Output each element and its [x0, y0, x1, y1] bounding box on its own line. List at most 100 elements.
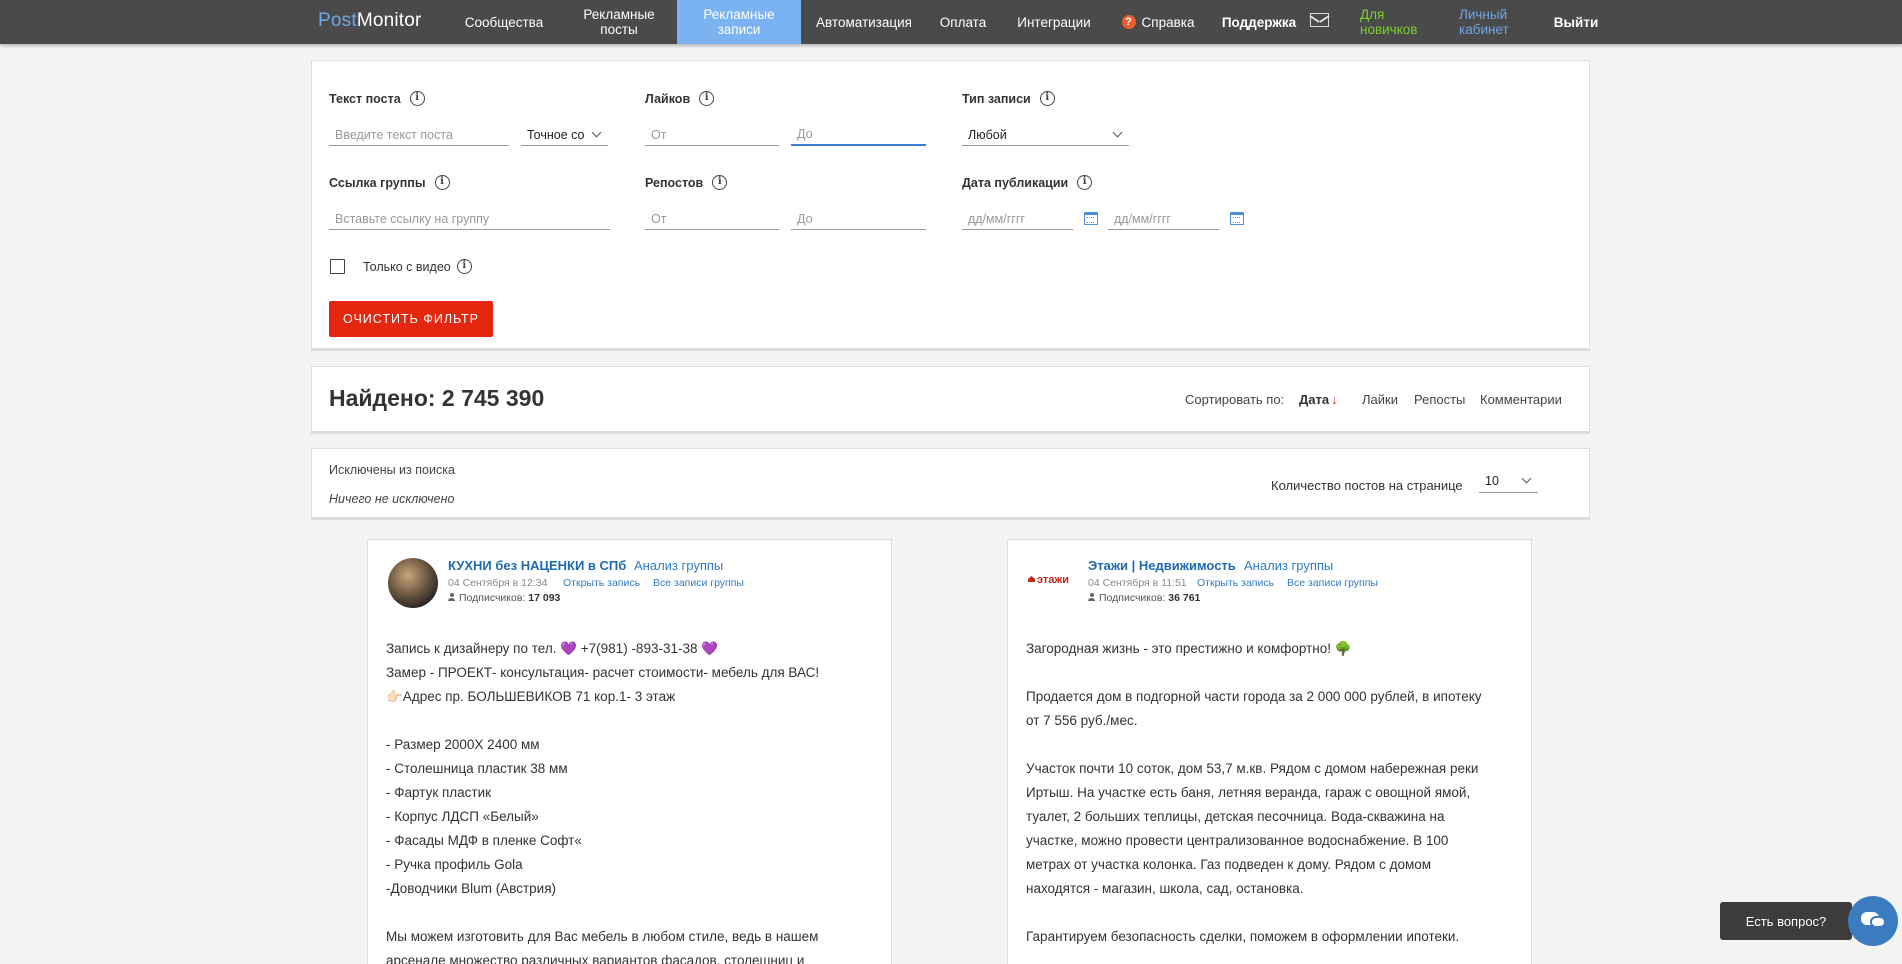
post-text-line: арсенале множество различных вариантов ф…	[386, 953, 805, 964]
post-type-select[interactable]: Любой	[962, 124, 1129, 146]
post-text-line	[386, 709, 876, 733]
post-text-line: туалет, 2 больших теплицы, детская песоч…	[1026, 809, 1445, 824]
post-type-label: Тип записи i	[962, 91, 1055, 106]
match-mode-select[interactable]: Точное со	[521, 124, 608, 146]
house-icon	[1028, 576, 1035, 582]
info-icon[interactable]: i	[712, 175, 728, 190]
post-text-line: Мы можем изготовить для Вас мебель в люб…	[386, 929, 819, 944]
info-icon[interactable]: i	[434, 175, 450, 190]
group-avatar[interactable]	[388, 558, 438, 608]
likes-to-input[interactable]: До	[791, 124, 926, 146]
video-only-label: Только с видео i	[363, 259, 472, 274]
likes-label: Лайков i	[645, 91, 715, 106]
post-text-line: 👉🏻Адрес пр. БОЛЬШЕВИКОВ 71 кор.1- 3 этаж	[386, 689, 676, 704]
post-text-line	[1026, 901, 1516, 925]
reposts-label: Репостов i	[645, 175, 728, 190]
likes-from-input[interactable]: От	[645, 124, 779, 146]
clear-filter-button[interactable]: ОЧИСТИТЬ ФИЛЬТР	[329, 301, 493, 337]
all-group-posts-link[interactable]: Все записи группы	[1287, 577, 1378, 589]
sort-by-likes[interactable]: Лайки	[1362, 392, 1398, 407]
exclusions-title: Исключены из поиска	[329, 463, 455, 477]
arrow-down-icon: ↓	[1331, 392, 1338, 407]
chevron-down-icon	[591, 127, 602, 138]
nav-item-account[interactable]: Личный кабинет	[1459, 0, 1529, 44]
top-navbar: PostMonitor Сообщества Рекламные посты Р…	[0, 0, 1902, 44]
info-icon[interactable]: i	[699, 91, 715, 106]
nav-item-ad-records[interactable]: Рекламные записи	[677, 0, 801, 44]
logo-part1: Post	[318, 10, 357, 31]
sort-by-reposts[interactable]: Репосты	[1414, 392, 1465, 407]
exclusions-value: Ничего не исключено	[329, 492, 455, 506]
sort-by-date[interactable]: Дата ↓	[1299, 392, 1338, 407]
post-text-line: -Доводчики Blum (Австрия)	[386, 881, 556, 896]
logo-part2: Monitor	[356, 10, 422, 31]
nav-item-integrations[interactable]: Интеграции	[1010, 0, 1098, 44]
post-text-line: Замер - ПРОЕКТ- консультация- расчет сто…	[386, 665, 820, 680]
post-text-line: Гарантируем безопасность сделки, поможем…	[1026, 929, 1460, 944]
nav-item-communities[interactable]: Сообщества	[452, 0, 556, 44]
post-text-line	[386, 901, 876, 925]
post-text-label: Текст поста i	[329, 91, 425, 106]
post-text-line: от 7 556 руб./мес.	[1026, 713, 1138, 728]
nav-item-payment[interactable]: Оплата	[932, 0, 994, 44]
results-summary-panel: Найдено: 2 745 390 Сортировать по: Дата ↓…	[311, 366, 1590, 434]
nav-item-support[interactable]: Поддержка	[1218, 0, 1300, 44]
info-icon[interactable]: i	[1077, 175, 1093, 190]
group-link-input[interactable]: Вставьте ссылку на группу	[329, 208, 610, 230]
video-only-checkbox[interactable]	[330, 259, 345, 274]
group-link-label: Ссылка группы i	[329, 175, 450, 190]
date-from-input[interactable]: дд/мм/гггг	[962, 208, 1073, 230]
logo[interactable]: PostMonitor	[318, 10, 422, 32]
nav-item-ad-posts[interactable]: Рекламные посты	[568, 0, 670, 44]
post-text-line: участке, можно провести централизованное…	[1026, 833, 1449, 848]
reposts-to-input[interactable]: До	[791, 208, 926, 230]
help-icon: ?	[1121, 15, 1136, 29]
post-text-line: находятся - магазин, школа, сад, останов…	[1026, 881, 1304, 896]
post-text: Загородная жизнь - это престижно и комфо…	[1026, 637, 1516, 949]
nav-item-beginners[interactable]: Для новичков	[1360, 0, 1430, 44]
group-analysis-link[interactable]: Анализ группы	[634, 558, 723, 573]
group-analysis-link[interactable]: Анализ группы	[1244, 558, 1333, 573]
post-text-line: - Размер 2000Х 2400 мм	[386, 737, 540, 752]
post-text-line: Запись к дизайнеру по тел. 💜 +7(981) -89…	[386, 641, 719, 656]
post-date: 04 Сентября в 12:34	[448, 577, 548, 589]
date-to-input[interactable]: дд/мм/гггг	[1108, 208, 1219, 230]
nav-item-help[interactable]: ? Справка	[1116, 0, 1200, 44]
sort-by-comments[interactable]: Комментарии	[1480, 392, 1562, 407]
calendar-icon[interactable]	[1230, 212, 1244, 225]
post-text-line: Продается дом в подгорной части города з…	[1026, 689, 1482, 704]
post-text-input[interactable]: Введите текст поста	[329, 124, 509, 146]
chat-bubble-front	[1870, 916, 1886, 928]
sort-label: Сортировать по:	[1185, 392, 1285, 407]
info-icon[interactable]: i	[456, 259, 472, 274]
group-name[interactable]: КУХНИ без НАЦЕНКИ в СПб	[448, 558, 626, 573]
info-icon[interactable]: i	[409, 91, 425, 106]
nav-item-automation[interactable]: Автоматизация	[808, 0, 920, 44]
open-post-link[interactable]: Открыть запись	[563, 577, 640, 589]
post-card: КУХНИ без НАЦЕНКИ в СПб Анализ группы 04…	[367, 539, 892, 964]
per-page-select[interactable]: 10	[1479, 469, 1538, 493]
calendar-icon[interactable]	[1084, 212, 1098, 225]
info-icon[interactable]: i	[1039, 91, 1055, 106]
mail-icon[interactable]	[1310, 13, 1329, 27]
post-text-line: Загородная жизнь - это престижно и комфо…	[1026, 641, 1352, 656]
open-post-link[interactable]: Открыть запись	[1197, 577, 1274, 589]
nav-item-help-label: Справка	[1141, 14, 1195, 30]
post-text-line: Участок почти 10 соток, дом 53,7 м.кв. Р…	[1026, 761, 1479, 776]
all-group-posts-link[interactable]: Все записи группы	[653, 577, 744, 589]
subscribers-count: Подписчиков: 36 761	[1088, 592, 1200, 604]
reposts-from-input[interactable]: От	[645, 208, 779, 230]
chat-icon[interactable]	[1848, 896, 1898, 946]
post-text-line: - Фартук пластик	[386, 785, 492, 800]
chat-question-bubble[interactable]: Есть вопрос?	[1720, 902, 1859, 940]
group-logo[interactable]: этажи	[1028, 574, 1080, 588]
exclusions-panel: Исключены из поиска Ничего не исключено …	[311, 448, 1590, 520]
subscribers-count: Подписчиков: 17 093	[448, 592, 560, 604]
filter-panel: Текст поста i Введите текст поста Точное …	[311, 60, 1590, 351]
post-card: этажи Этажи | Недвижимость Анализ группы…	[1007, 539, 1532, 964]
post-text-line	[1026, 733, 1516, 757]
per-page-label: Количество постов на странице	[1271, 478, 1463, 493]
post-text-line: - Корпус ЛДСП «Белый»	[386, 809, 539, 824]
nav-item-logout[interactable]: Выйти	[1550, 0, 1602, 44]
group-name[interactable]: Этажи | Недвижимость	[1088, 558, 1236, 573]
